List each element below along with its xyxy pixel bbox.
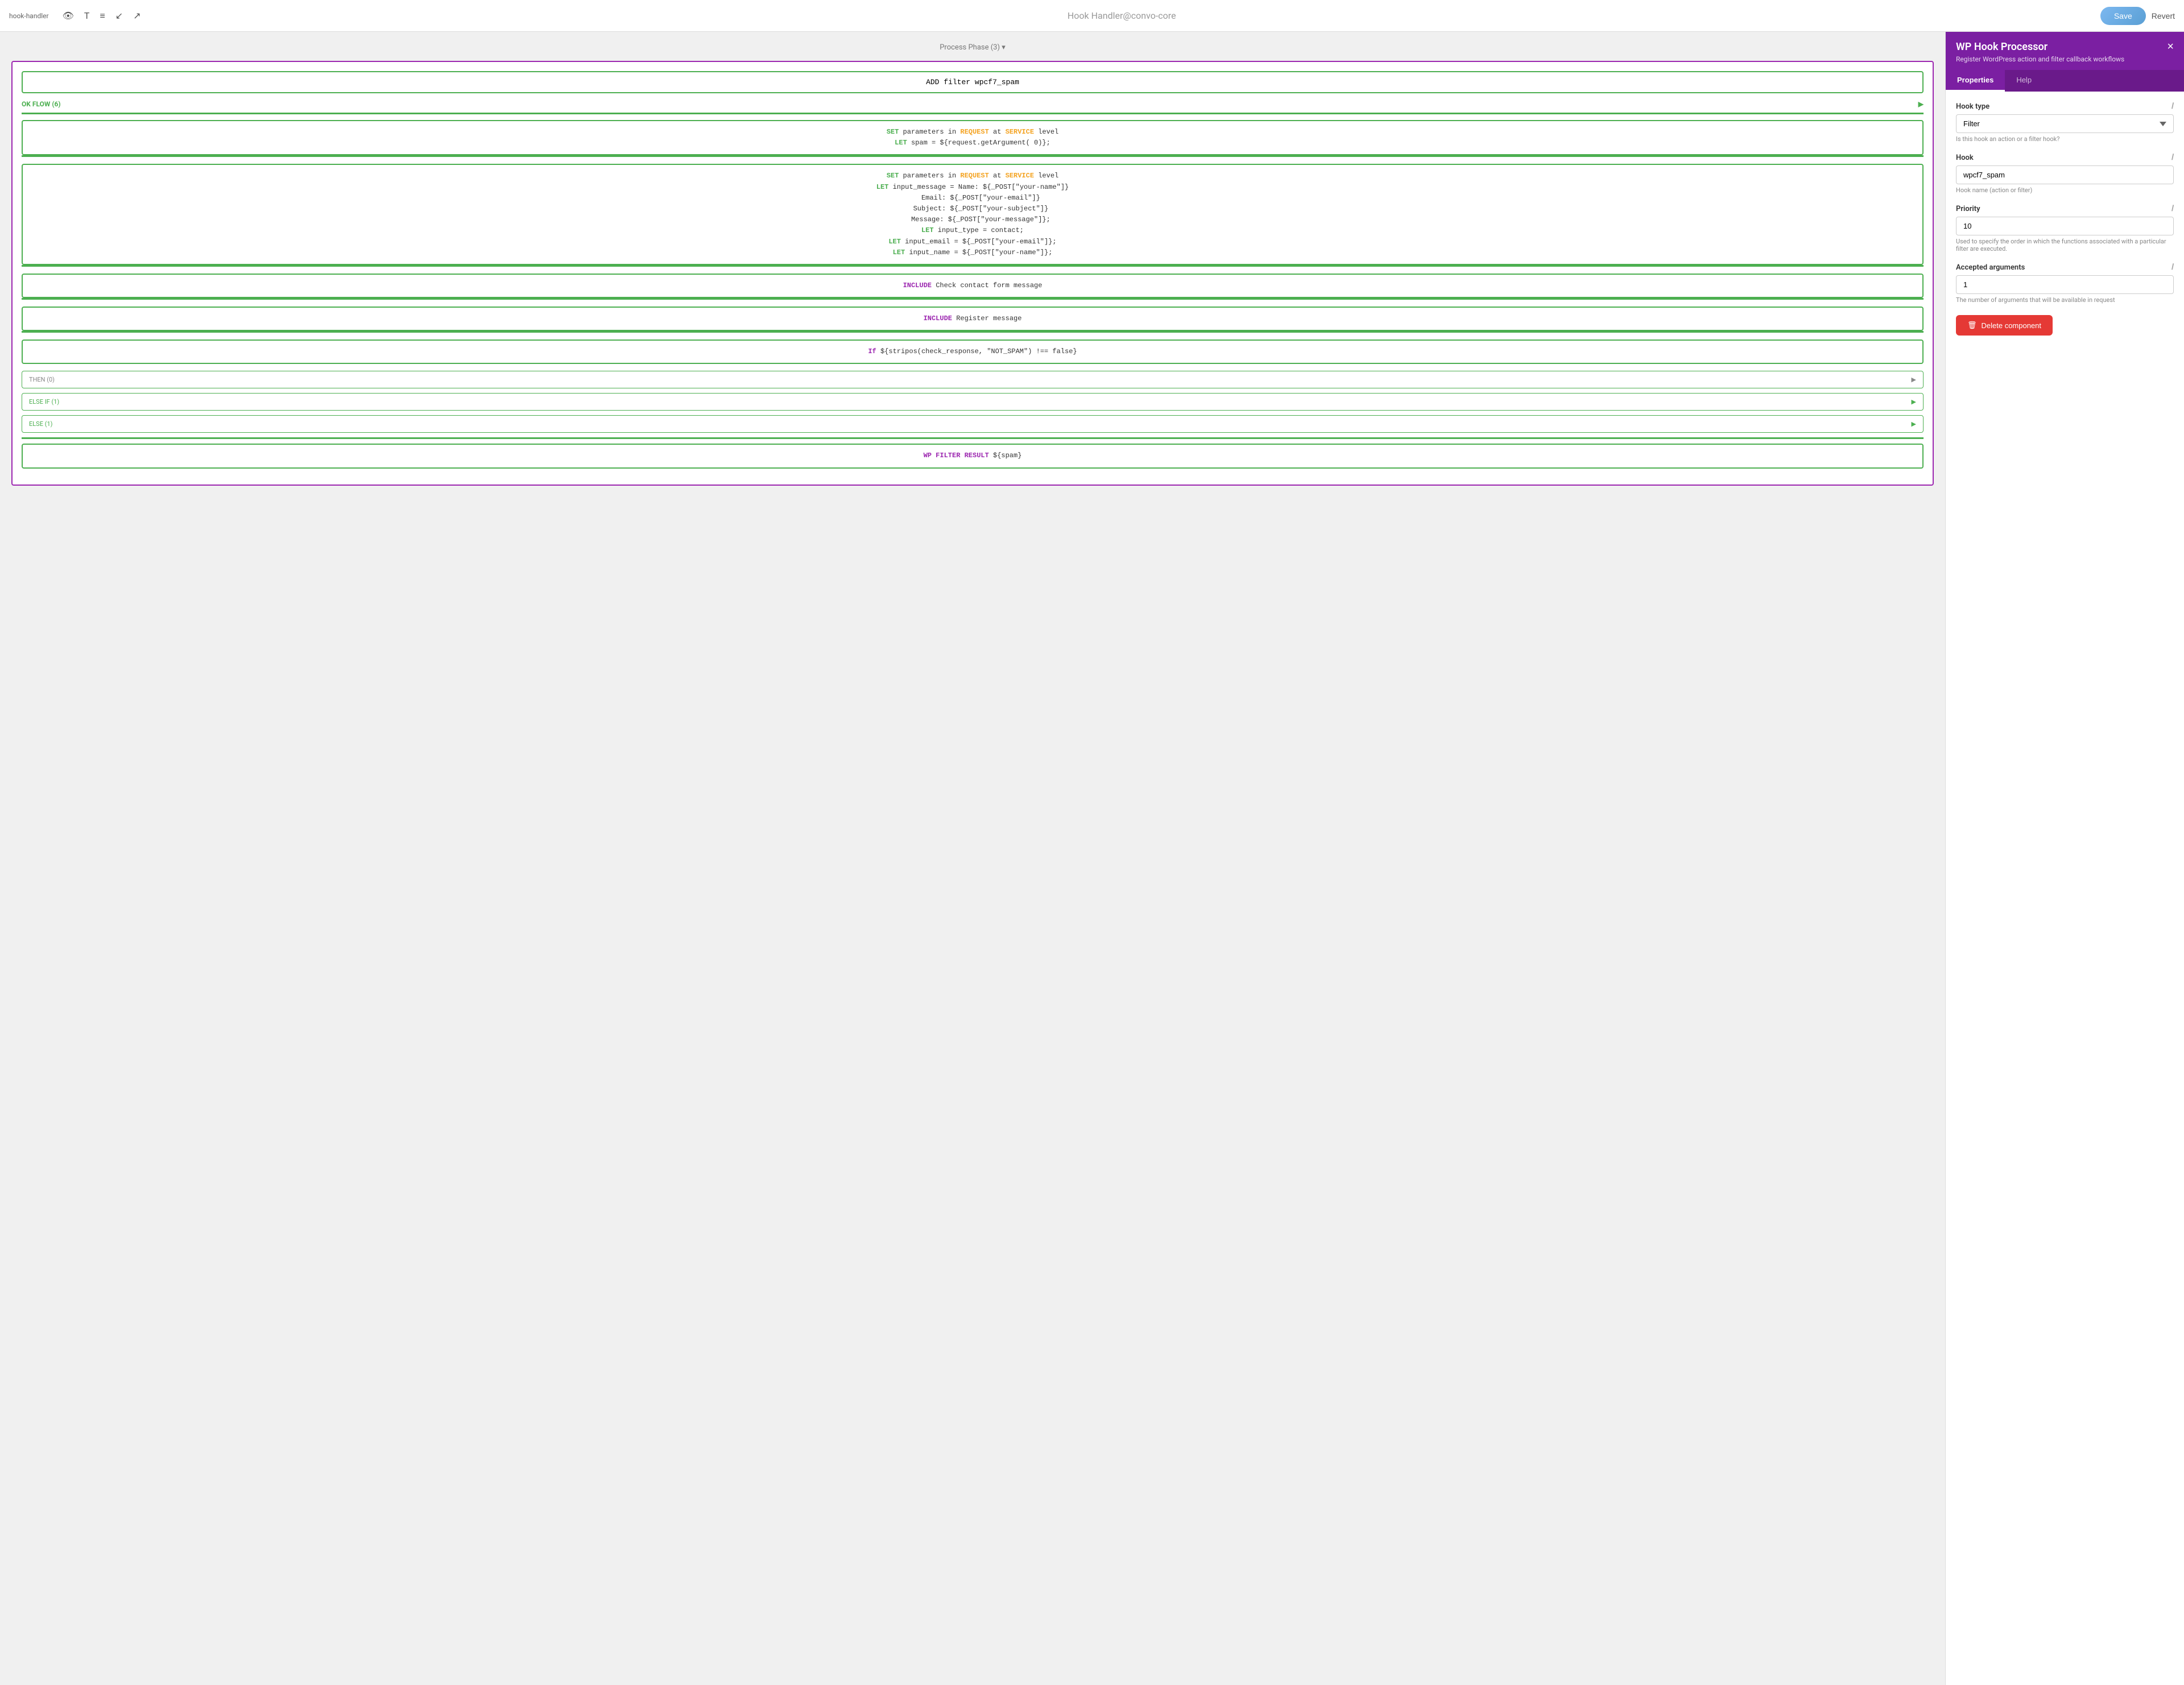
wp-filter-result-block: WP FILTER RESULT ${spam} <box>22 444 1924 468</box>
include-check-label: Check contact form message <box>936 281 1042 289</box>
divider-3 <box>22 298 1924 300</box>
right-panel-header: WP Hook Processor Register WordPress act… <box>1946 32 2184 70</box>
page-title: Hook Handler@convo-core <box>1068 10 1176 21</box>
accepted-args-field: Accepted arguments 𝐼 The number of argum… <box>1956 263 2174 304</box>
include-check-block: INCLUDE Check contact form message <box>22 274 1924 298</box>
text-icon[interactable]: T <box>82 8 92 23</box>
accepted-args-info-icon[interactable]: 𝐼 <box>2171 263 2174 272</box>
topbar-center: Hook Handler@convo-core <box>150 10 2094 21</box>
hook-type-hint: Is this hook an action or a filter hook? <box>1956 135 2174 143</box>
ok-flow-divider <box>22 113 1924 114</box>
priority-label: Priority 𝐼 <box>1956 204 2174 213</box>
else-section: ELSE (1) ▶ <box>22 415 1924 433</box>
tab-properties[interactable]: Properties <box>1946 70 2005 92</box>
save-button[interactable]: Save <box>2100 7 2146 25</box>
else-arrow: ▶ <box>1912 420 1916 428</box>
accepted-args-hint: The number of arguments that will be ava… <box>1956 296 2174 304</box>
include-register-label: Register message <box>956 314 1021 322</box>
add-filter-block: ADD filter wpcf7_spam <box>22 71 1924 93</box>
flow-block-2: SET parameters in REQUEST at SERVICE lev… <box>22 164 1924 265</box>
list-icon[interactable]: ≡ <box>97 8 107 24</box>
hook-info-icon[interactable]: 𝐼 <box>2171 153 2174 162</box>
close-button[interactable]: × <box>2167 41 2174 52</box>
wp-filter-result-text: ${spam} <box>993 452 1021 459</box>
maximize-icon[interactable]: ↗ <box>131 8 143 23</box>
priority-hint: Used to specify the order in which the f… <box>1956 238 2174 252</box>
ok-flow-label: OK FLOW (6) <box>22 100 61 108</box>
then-arrow: ▶ <box>1912 376 1916 383</box>
include-register-block: INCLUDE Register message <box>22 307 1924 331</box>
accepted-args-input[interactable] <box>1956 275 2174 294</box>
hook-hint: Hook name (action or filter) <box>1956 187 2174 194</box>
else-if-section: ELSE IF (1) ▶ <box>22 393 1924 411</box>
workflow-container: ADD filter wpcf7_spam OK FLOW (6) ▶ SET … <box>11 61 1934 486</box>
minimize-icon[interactable]: ↙ <box>113 8 125 23</box>
panel-tabs: Properties Help <box>1946 70 2184 92</box>
panel-title: WP Hook Processor <box>1956 41 2124 53</box>
panel-content: Hook type 𝐼 Filter Action Is this hook a… <box>1946 92 2184 1685</box>
hook-field: Hook 𝐼 Hook name (action or filter) <box>1956 153 2174 194</box>
tab-help[interactable]: Help <box>2005 70 2043 92</box>
else-header[interactable]: ELSE (1) ▶ <box>22 416 1923 432</box>
priority-info-icon[interactable]: 𝐼 <box>2171 204 2174 213</box>
delete-label: Delete component <box>1982 321 2042 330</box>
app-tab-title: hook-handler <box>9 12 49 20</box>
right-panel: WP Hook Processor Register WordPress act… <box>1945 32 2184 1685</box>
delete-component-button[interactable]: 🗑 Delete component <box>1956 315 2053 336</box>
priority-field: Priority 𝐼 Used to specify the order in … <box>1956 204 2174 252</box>
top-bar: hook-handler 👁 T ≡ ↙ ↗ Hook Handler@conv… <box>0 0 2184 32</box>
topbar-actions: Save Revert <box>2100 7 2175 25</box>
divider-5 <box>22 437 1924 439</box>
process-phase-selector[interactable]: Process Phase (3) ▾ <box>940 43 1006 52</box>
eye-icon[interactable]: 👁 <box>60 8 76 23</box>
flow-block-1: SET parameters in REQUEST at SERVICE lev… <box>22 120 1924 155</box>
process-phase-bar: Process Phase (3) ▾ <box>11 43 1934 52</box>
then-label: THEN (0) <box>29 376 55 383</box>
hook-type-label: Hook type 𝐼 <box>1956 102 2174 111</box>
then-section: THEN (0) ▶ <box>22 371 1924 388</box>
ok-flow-arrow: ▶ <box>1918 100 1924 108</box>
toolbar-icons: 👁 T ≡ ↙ ↗ <box>60 8 143 24</box>
flow-block-1-line2: LET spam = ${request.getArgument( 0)}; <box>31 138 1914 148</box>
ok-flow-header[interactable]: OK FLOW (6) ▶ <box>22 100 1924 108</box>
trash-icon: 🗑 <box>1967 321 1977 330</box>
if-condition-text: ${stripos(check_response, "NOT_SPAM") !=… <box>880 347 1077 355</box>
hook-type-field: Hook type 𝐼 Filter Action Is this hook a… <box>1956 102 2174 143</box>
if-condition-block: If ${stripos(check_response, "NOT_SPAM")… <box>22 340 1924 364</box>
priority-input[interactable] <box>1956 217 2174 235</box>
else-if-arrow: ▶ <box>1912 398 1916 405</box>
else-if-header[interactable]: ELSE IF (1) ▶ <box>22 394 1923 410</box>
then-header[interactable]: THEN (0) ▶ <box>22 371 1923 388</box>
else-if-label: ELSE IF (1) <box>29 398 59 405</box>
divider-2 <box>22 265 1924 267</box>
hook-label: Hook 𝐼 <box>1956 153 2174 162</box>
left-panel: Process Phase (3) ▾ ADD filter wpcf7_spa… <box>0 32 1945 1685</box>
revert-button[interactable]: Revert <box>2152 11 2175 20</box>
filter-name: wpcf7_spam <box>975 78 1019 86</box>
divider-4 <box>22 331 1924 333</box>
hook-input[interactable] <box>1956 165 2174 184</box>
accepted-args-label: Accepted arguments 𝐼 <box>1956 263 2174 272</box>
right-panel-header-left: WP Hook Processor Register WordPress act… <box>1956 41 2124 63</box>
flow-block-1-line1: SET parameters in REQUEST at SERVICE lev… <box>31 127 1914 138</box>
else-label: ELSE (1) <box>29 420 52 428</box>
hook-type-select[interactable]: Filter Action <box>1956 114 2174 133</box>
add-filter-keyword: ADD filter <box>926 78 975 86</box>
main-content: Process Phase (3) ▾ ADD filter wpcf7_spa… <box>0 32 2184 1685</box>
hook-type-info-icon[interactable]: 𝐼 <box>2171 102 2174 111</box>
panel-subtitle: Register WordPress action and filter cal… <box>1956 55 2124 63</box>
divider-1 <box>22 155 1924 157</box>
